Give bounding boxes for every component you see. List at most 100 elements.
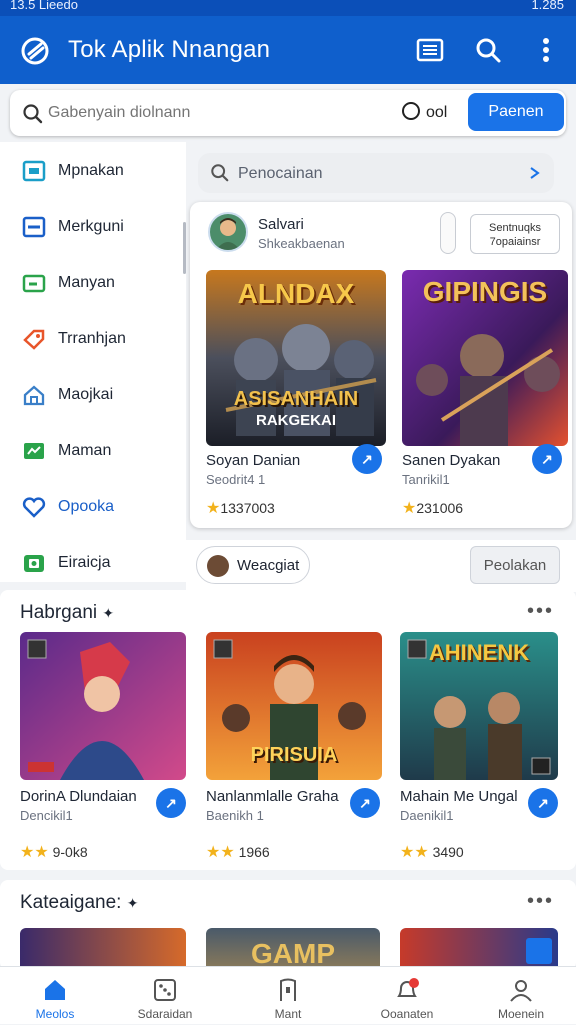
search-button[interactable]: Paenen bbox=[468, 93, 564, 131]
game-banner[interactable]: GIPINGIS bbox=[402, 270, 568, 446]
open-game-button[interactable]: ↗ bbox=[532, 444, 562, 474]
heart-icon bbox=[22, 497, 46, 518]
status-right: 1.285 bbox=[531, 0, 564, 12]
search-input[interactable] bbox=[48, 98, 378, 128]
game-name[interactable]: Nanlanmlalle Graha bbox=[206, 788, 339, 805]
category-sidebar: Mpnakan Merkguni Manyan Trranhjan Maojka… bbox=[0, 142, 186, 582]
game-banner-subtitle: ASISANHAIN bbox=[233, 388, 359, 410]
sidebar-item-7[interactable]: Eiraicja bbox=[22, 548, 182, 578]
nav-games[interactable]: Sdaraidan bbox=[110, 967, 220, 1025]
section-title-label: Kateaigane: bbox=[20, 892, 122, 913]
side-action-button[interactable]: Sentnuqks 7opaiainsr bbox=[470, 214, 560, 254]
sidebar-item-3[interactable]: Trranhjan bbox=[22, 324, 182, 354]
user-pill[interactable]: Weacgiat bbox=[196, 546, 310, 584]
game-rating-value: 231006 bbox=[416, 500, 464, 516]
sidebar-item-5[interactable]: Maman bbox=[22, 436, 182, 466]
app-bar: Tok Aplik Nnangan bbox=[0, 16, 576, 84]
sidebar-item-4[interactable]: Maojkai bbox=[22, 380, 182, 410]
section-title[interactable]: Kateaigane: ✦ bbox=[20, 892, 138, 914]
search-bar: ool Paenen bbox=[10, 90, 566, 136]
panel-search-input[interactable]: Penocainan bbox=[198, 153, 554, 193]
panel-search-placeholder: Penocainan bbox=[238, 165, 323, 182]
badge-icon bbox=[526, 938, 552, 964]
open-game-button[interactable]: ↗ bbox=[528, 788, 558, 818]
sidebar-scrollbar[interactable] bbox=[183, 222, 186, 274]
star-icon: ★★ bbox=[400, 844, 429, 861]
sidebar-item-label: Manyan bbox=[58, 274, 115, 291]
list-icon[interactable] bbox=[414, 34, 446, 66]
section-title-label: Habrgani bbox=[20, 602, 98, 623]
game-rating: ★1337003 bbox=[206, 498, 275, 518]
nav-notifications[interactable]: Ooanaten bbox=[352, 967, 462, 1025]
star-icon: ★★ bbox=[20, 844, 49, 861]
star-icon: ★ bbox=[206, 500, 221, 517]
dice-icon bbox=[154, 979, 176, 1001]
chevron-right-icon[interactable] bbox=[528, 165, 542, 181]
featured-panel: Penocainan Salvari Shkeakbaenan Sentnuqk… bbox=[190, 142, 576, 542]
bottom-navigation: Meolos Sdaraidan Mant Ooanaten Moenein bbox=[0, 966, 576, 1024]
game-subtitle: Seodrit4 1 bbox=[206, 472, 266, 487]
action-button[interactable]: Peolakan bbox=[470, 546, 560, 584]
categories-section: Kateaigane: ✦ ••• GAMP bbox=[0, 880, 576, 970]
side-action-line2: 7opaiainsr bbox=[489, 236, 541, 248]
bell-icon bbox=[397, 978, 419, 997]
category-tile[interactable] bbox=[400, 928, 558, 970]
star-icon: ★ bbox=[402, 500, 417, 517]
nav-label: Sdaraidan bbox=[137, 1007, 193, 1021]
games-section: Habrgani ✦ ••• DorinA Dlundaian Dencikil… bbox=[0, 590, 576, 870]
game-rating: ★★ 1966 bbox=[206, 842, 270, 862]
game-name[interactable]: Mahain Me Ungal bbox=[400, 788, 518, 805]
open-game-button[interactable]: ↗ bbox=[352, 444, 382, 474]
status-time: 13.5 Lieedo bbox=[10, 0, 78, 12]
sidebar-item-0[interactable]: Mpnakan bbox=[22, 156, 182, 186]
nav-profile[interactable]: Moenein bbox=[466, 967, 576, 1025]
game-rating-value: 9-0k8 bbox=[52, 844, 88, 860]
ticket-icon bbox=[22, 274, 46, 293]
game-banner[interactable]: PIRISUIA bbox=[206, 632, 382, 780]
nav-label: Moenein bbox=[497, 1007, 545, 1021]
sidebar-item-label: Eiraicja bbox=[58, 554, 111, 571]
game-rating-value: 1337003 bbox=[220, 500, 275, 516]
search-icon[interactable] bbox=[472, 34, 504, 66]
section-title[interactable]: Habrgani ✦ bbox=[20, 602, 114, 624]
game-rating: ★★ 9-0k8 bbox=[20, 842, 88, 862]
game-banner[interactable] bbox=[20, 632, 186, 780]
map-icon bbox=[24, 443, 44, 459]
star-icon: ★★ bbox=[206, 844, 235, 861]
game-rating: ★231006 bbox=[402, 498, 463, 518]
window-icon bbox=[22, 160, 46, 182]
app-title: Tok Aplik Nnangan bbox=[68, 36, 271, 63]
sidebar-item-label: Maojkai bbox=[58, 386, 114, 403]
game-name[interactable]: Soyan Danian bbox=[206, 452, 300, 469]
more-icon[interactable]: ••• bbox=[527, 600, 554, 623]
sidebar-item-1[interactable]: Merkguni bbox=[22, 212, 182, 242]
filter-chip[interactable]: ool bbox=[402, 102, 447, 122]
game-rating: ★★ 3490 bbox=[400, 842, 464, 862]
avatar[interactable] bbox=[208, 212, 248, 252]
user-subtitle: Shkeakbaenan bbox=[258, 236, 345, 251]
game-name[interactable]: Sanen Dyakan bbox=[402, 452, 500, 469]
filter-chip-label: ool bbox=[426, 104, 448, 121]
category-tile[interactable] bbox=[20, 928, 186, 970]
home-icon bbox=[45, 980, 65, 1000]
nav-apps[interactable]: Mant bbox=[220, 967, 356, 1025]
game-banner[interactable]: ALNDAX ASISANHAIN RAKGEKAI bbox=[206, 270, 386, 446]
profile-icon bbox=[510, 980, 532, 1002]
nav-home[interactable]: Meolos bbox=[0, 967, 110, 1025]
side-action-line1: Sentnuqks bbox=[489, 222, 541, 234]
featured-card: Salvari Shkeakbaenan Sentnuqks 7opaiains… bbox=[190, 202, 572, 528]
status-bar: 13.5 Lieedo 1.285 bbox=[0, 0, 576, 16]
avatar bbox=[207, 555, 229, 577]
toggle-switch[interactable] bbox=[440, 212, 456, 254]
app-logo-icon[interactable] bbox=[18, 34, 52, 68]
open-game-button[interactable]: ↗ bbox=[156, 788, 186, 818]
game-banner[interactable]: AHINENK bbox=[400, 632, 558, 780]
more-vert-icon[interactable] bbox=[530, 34, 562, 66]
more-icon[interactable]: ••• bbox=[527, 890, 554, 913]
sidebar-item-2[interactable]: Manyan bbox=[22, 268, 182, 298]
open-game-button[interactable]: ↗ bbox=[350, 788, 380, 818]
game-name[interactable]: DorinA Dlundaian bbox=[20, 788, 137, 805]
category-tile[interactable]: GAMP bbox=[206, 928, 380, 970]
sidebar-item-6[interactable]: Opooka bbox=[22, 492, 182, 522]
user-name: Salvari bbox=[258, 216, 304, 233]
